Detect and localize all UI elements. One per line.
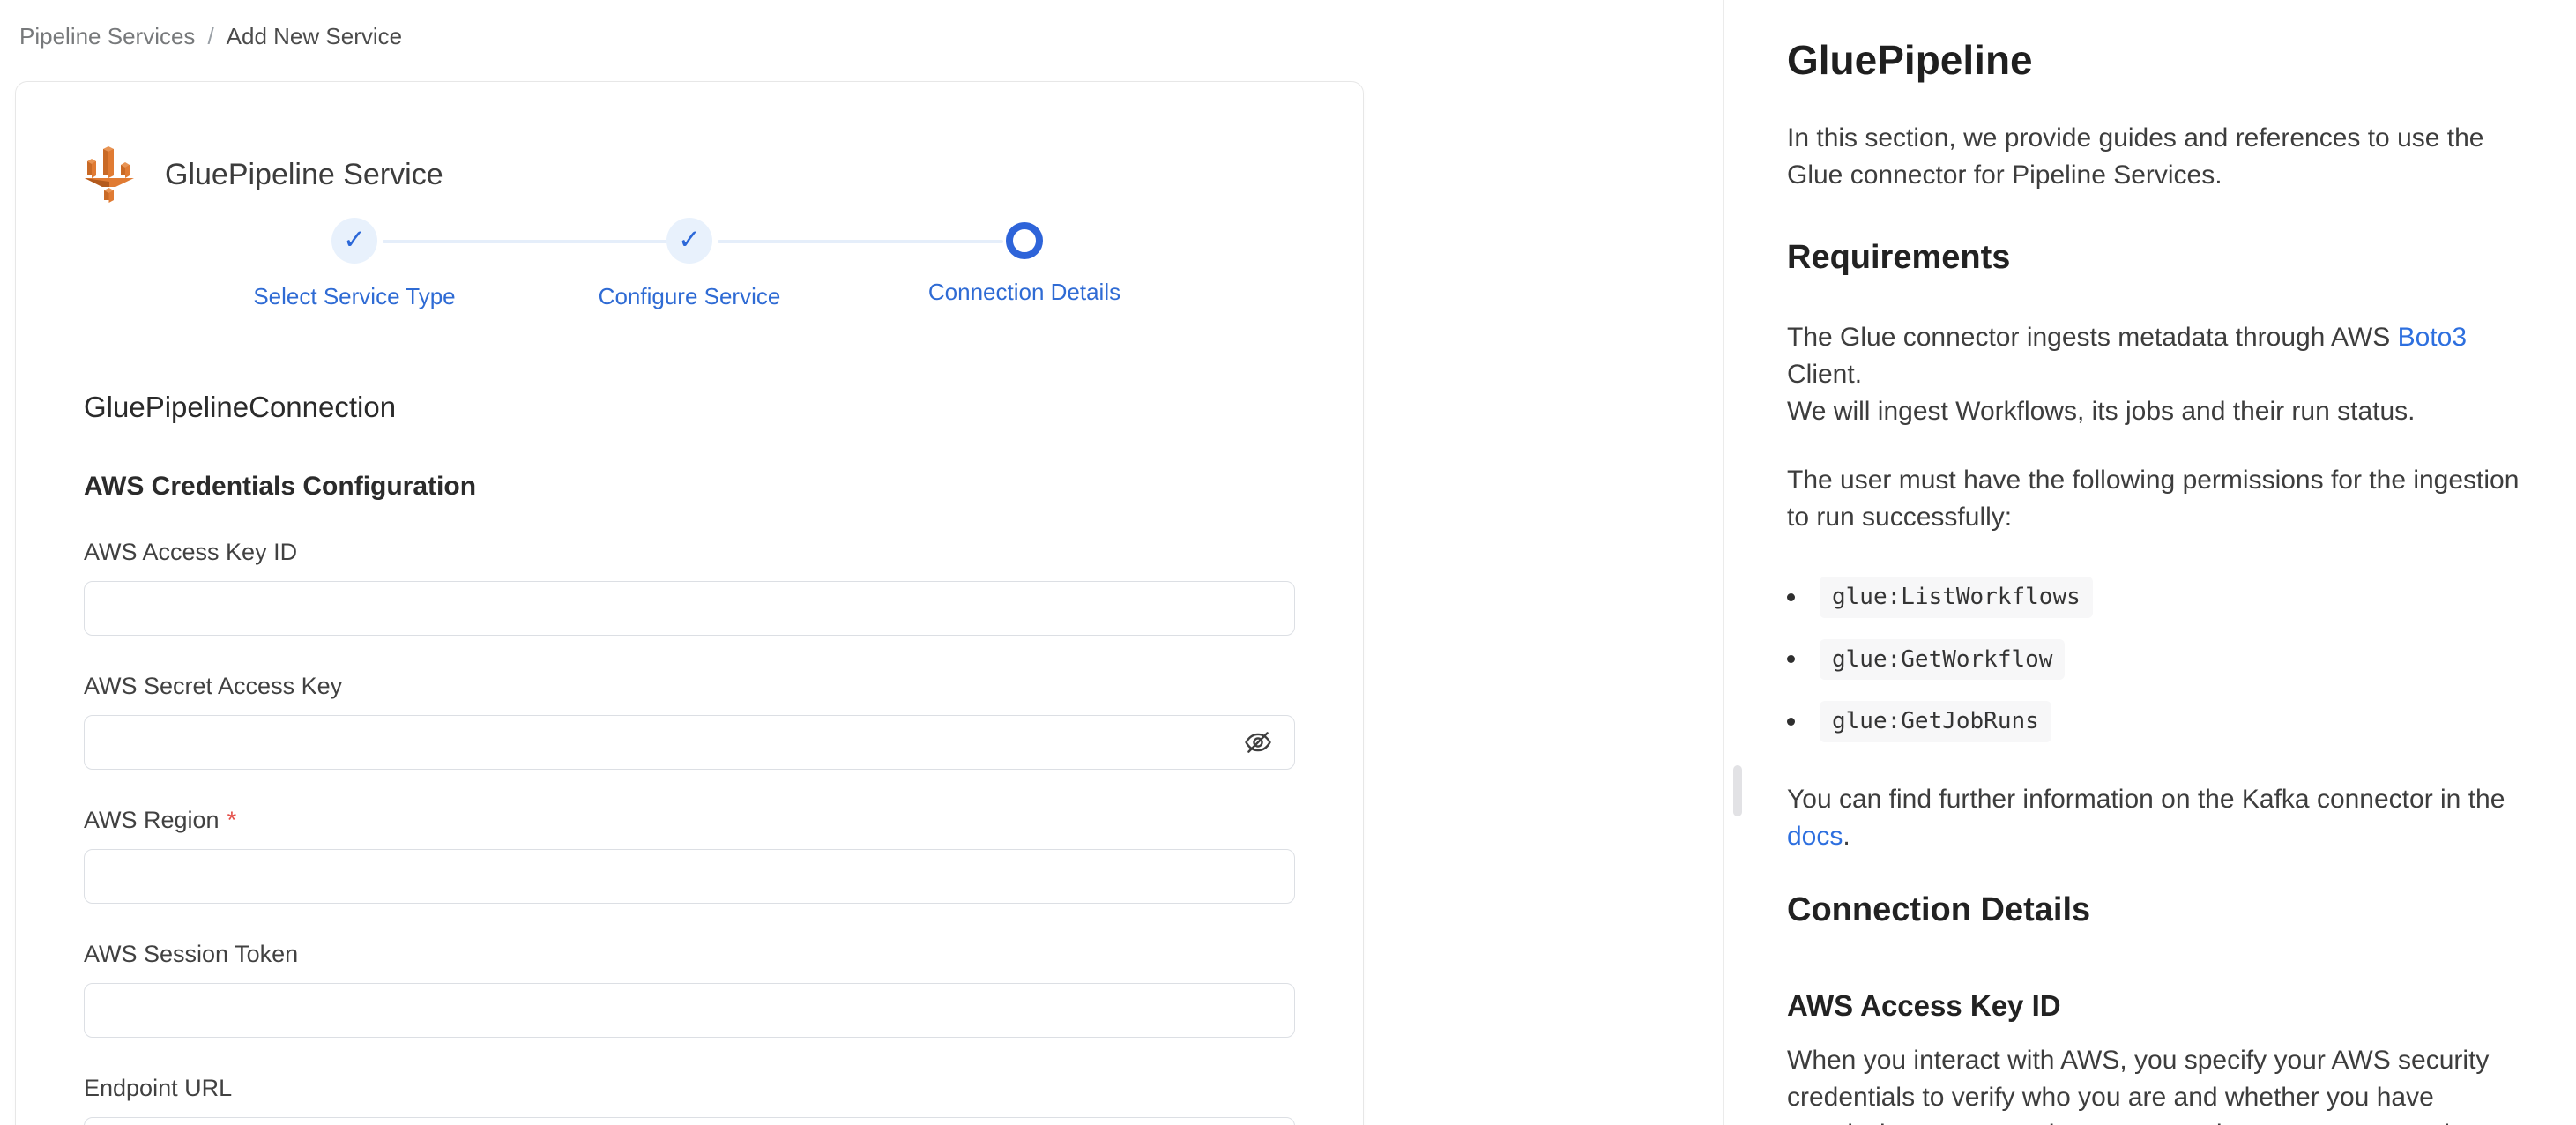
step-completed-check-icon: ✓ <box>666 218 712 264</box>
access-key-heading: AWS Access Key ID <box>1787 987 2528 1024</box>
permission-code: glue:GetWorkflow <box>1820 639 2065 681</box>
service-form-card: GluePipeline Service ✓ Select Service Ty… <box>15 81 1364 1125</box>
step-completed-check-icon: ✓ <box>331 218 377 264</box>
card-header: GluePipeline Service <box>84 145 1295 204</box>
credentials-section-title: AWS Credentials Configuration <box>84 472 1295 502</box>
endpoint-url-input[interactable] <box>84 1117 1295 1125</box>
docs-panel: GluePipeline In this section, we provide… <box>1723 0 2576 1125</box>
aws-access-key-id-input[interactable] <box>84 581 1295 636</box>
field-label: AWS Session Token <box>84 941 1295 968</box>
field-label: AWS Access Key ID <box>84 539 1295 566</box>
further-info: You can find further information on the … <box>1787 781 2528 855</box>
breadcrumb: Pipeline Services / Add New Service <box>19 23 402 50</box>
step-configure-service[interactable]: ✓ Configure Service <box>522 218 857 310</box>
password-visibility-toggle[interactable] <box>1242 726 1274 758</box>
field-endpoint-url: Endpoint URL <box>84 1075 1295 1125</box>
docs-scrollbar-thumb[interactable] <box>1733 765 1742 816</box>
step-connection-details[interactable]: Connection Details <box>857 218 1192 306</box>
permissions-intro: The user must have the following permiss… <box>1787 462 2528 536</box>
service-title: GluePipeline Service <box>165 158 443 192</box>
glue-service-icon <box>84 145 135 204</box>
permission-item: glue:GetJobRuns <box>1787 701 2528 742</box>
field-aws-session-token: AWS Session Token <box>84 941 1295 1038</box>
access-key-description: When you interact with AWS, you specify … <box>1787 1042 2528 1125</box>
step-select-service-type[interactable]: ✓ Select Service Type <box>187 218 522 310</box>
bullet-icon <box>1787 593 1795 601</box>
step-label: Select Service Type <box>253 283 455 310</box>
docs-title: GluePipeline <box>1787 35 2528 85</box>
docs-intro: In this section, we provide guides and r… <box>1787 120 2528 194</box>
field-label: AWS Secret Access Key <box>84 673 1295 700</box>
connection-details-heading: Connection Details <box>1787 889 2528 931</box>
breadcrumb-pipeline-services[interactable]: Pipeline Services <box>19 23 195 50</box>
aws-session-token-input[interactable] <box>84 983 1295 1038</box>
requirements-paragraph: The Glue connector ingests metadata thro… <box>1787 319 2528 430</box>
step-label: Connection Details <box>928 279 1120 306</box>
wizard-stepper: ✓ Select Service Type ✓ Configure Servic… <box>187 218 1192 313</box>
field-label: AWS Region <box>84 807 220 833</box>
permissions-list: glue:ListWorkflows glue:GetWorkflow glue… <box>1787 577 2528 742</box>
permission-item: glue:ListWorkflows <box>1787 577 2528 618</box>
docs-link[interactable]: docs <box>1787 822 1843 851</box>
permission-code: glue:GetJobRuns <box>1820 701 2051 742</box>
eye-invisible-icon <box>1243 727 1273 757</box>
bullet-icon <box>1787 655 1795 663</box>
permission-code: glue:ListWorkflows <box>1820 577 2093 618</box>
connection-title: GluePipelineConnection <box>84 391 1295 424</box>
breadcrumb-separator: / <box>207 23 213 50</box>
field-label: Endpoint URL <box>84 1075 1295 1102</box>
field-aws-access-key-id: AWS Access Key ID <box>84 539 1295 636</box>
bullet-icon <box>1787 718 1795 726</box>
aws-secret-access-key-input[interactable] <box>84 715 1295 770</box>
field-aws-region: AWS Region * <box>84 807 1295 904</box>
breadcrumb-add-new-service: Add New Service <box>227 23 402 50</box>
field-aws-secret-access-key: AWS Secret Access Key <box>84 673 1295 770</box>
step-label: Configure Service <box>599 283 781 310</box>
permission-item: glue:GetWorkflow <box>1787 639 2528 681</box>
required-asterisk: * <box>227 807 237 833</box>
boto3-link[interactable]: Boto3 <box>2398 323 2467 352</box>
requirements-heading: Requirements <box>1787 236 2528 279</box>
step-current-ring-icon <box>1006 222 1043 259</box>
aws-region-input[interactable] <box>84 849 1295 904</box>
